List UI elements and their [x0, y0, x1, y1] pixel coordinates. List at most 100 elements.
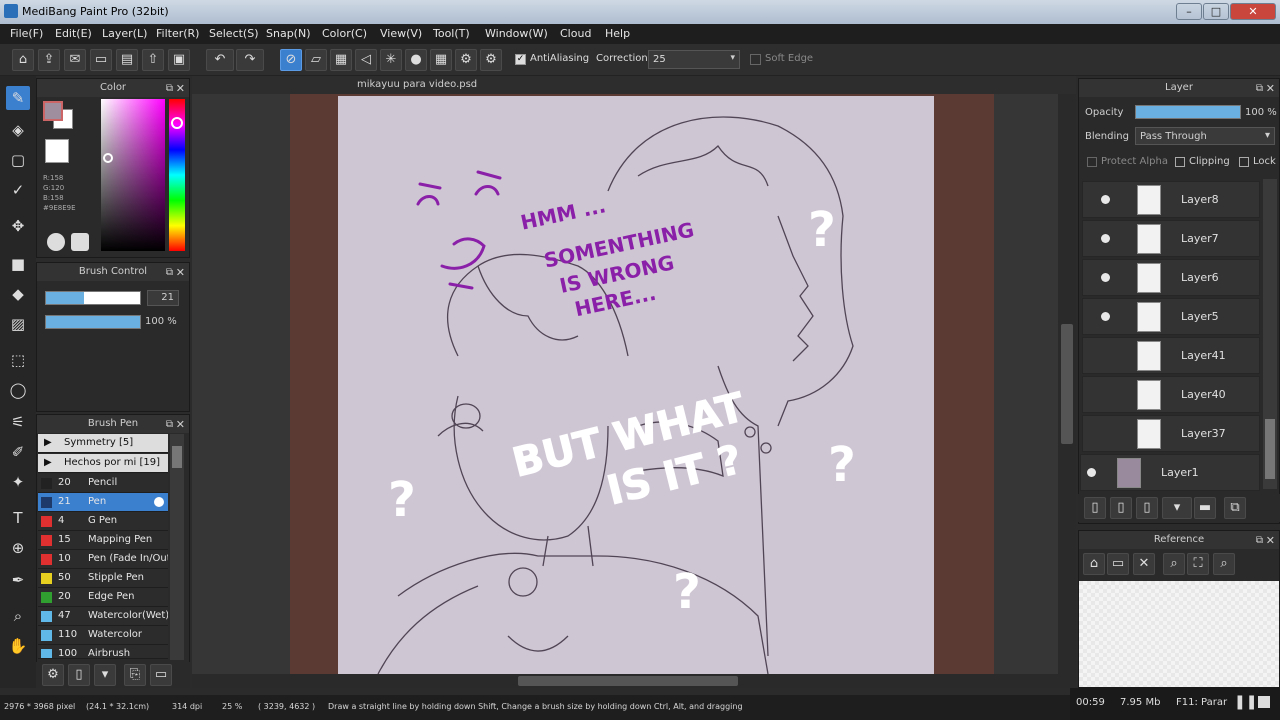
brush-item[interactable]: 10 Pen (Fade In/Out) — [38, 550, 168, 569]
brush-item[interactable]: 21 Pen — [38, 493, 168, 512]
brush-settings-icon[interactable]: ⚙ — [42, 664, 64, 686]
zoom-out-icon[interactable]: ⌕ — [1213, 553, 1235, 575]
canvas-image[interactable]: HMM ... SOMENTHING IS WRONG HERE... BUT … — [290, 94, 994, 675]
vertical-scrollbar[interactable] — [1058, 94, 1076, 674]
new-halftone-layer-icon[interactable]: ▯ — [1110, 497, 1132, 519]
gradient-tool-icon[interactable]: ▨ — [6, 312, 30, 336]
brush-item[interactable]: 110 Watercolor — [38, 626, 168, 645]
pause-icon[interactable]: ❚❚ — [1234, 694, 1257, 710]
eye-icon[interactable] — [1101, 273, 1110, 282]
menu-edit[interactable]: Edit(E) — [55, 27, 92, 40]
menu-cloud[interactable]: Cloud — [560, 27, 591, 40]
grid-snap-icon[interactable]: ▦ — [330, 49, 352, 71]
brush-size-value[interactable]: 21 — [147, 290, 179, 306]
layer-opacity-slider[interactable] — [1135, 105, 1241, 119]
brush-item[interactable]: 50 Stipple Pen — [38, 569, 168, 588]
operation-tool-icon[interactable]: ⊕ — [6, 536, 30, 560]
brush-item[interactable]: 20 Pencil — [38, 474, 168, 493]
undo-icon[interactable]: ↶ — [206, 49, 234, 71]
snap-gear-icon[interactable]: ⚙ — [480, 49, 502, 71]
menu-window[interactable]: Window(W) — [485, 27, 548, 40]
add-brush-icon[interactable]: ▯ — [68, 664, 90, 686]
fit-icon[interactable]: ⛶ — [1187, 553, 1209, 575]
share-icon[interactable]: ⇪ — [38, 49, 60, 71]
select-pen-tool-icon[interactable]: ✐ — [6, 440, 30, 464]
brush-size-slider[interactable] — [45, 291, 141, 305]
palette-icon[interactable] — [47, 233, 65, 251]
menu-color[interactable]: Color(C) — [322, 27, 367, 40]
new-8bit-layer-icon[interactable]: ▯ — [1136, 497, 1158, 519]
brush-item[interactable]: 15 Mapping Pen — [38, 531, 168, 550]
clipping-checkbox[interactable] — [1175, 157, 1185, 167]
duplicate-layer-icon[interactable]: ⧉ — [1224, 497, 1246, 519]
menu-snap[interactable]: Snap(N) — [266, 27, 311, 40]
layer-row[interactable]: Layer6 — [1082, 259, 1260, 296]
menu-select[interactable]: Select(S) — [209, 27, 259, 40]
close-icon[interactable]: ✕ — [176, 416, 185, 433]
menu-file[interactable]: File(F) — [10, 27, 43, 40]
home-icon[interactable]: ⌂ — [12, 49, 34, 71]
close-icon[interactable]: ✕ — [1266, 532, 1275, 549]
sv-cursor[interactable] — [103, 153, 113, 163]
scroll-thumb[interactable] — [172, 446, 182, 468]
eyedropper-tool-icon[interactable]: ✒ — [6, 568, 30, 592]
close-icon[interactable]: ✕ — [176, 80, 185, 97]
layer-row[interactable]: Layer40 — [1082, 376, 1260, 413]
protect-alpha-checkbox[interactable] — [1087, 157, 1097, 167]
brush-item[interactable]: 4G Pen — [38, 512, 168, 531]
no-snap-icon[interactable]: ⊘ — [280, 49, 302, 71]
brush-group[interactable]: ▶ Hechos por mi [19] — [38, 454, 168, 473]
lock-checkbox[interactable] — [1239, 157, 1249, 167]
redo-icon[interactable]: ↷ — [236, 49, 264, 71]
document-icon[interactable]: ▤ — [116, 49, 138, 71]
snap-settings-icon[interactable]: ⚙ — [455, 49, 477, 71]
move-tool-icon[interactable]: ✥ — [6, 214, 30, 238]
soft-edge-checkbox[interactable] — [750, 54, 761, 65]
brush-item[interactable]: 47 Watercolor(Wet) — [38, 607, 168, 626]
layer-row[interactable]: Layer8 — [1082, 181, 1260, 218]
zoom-in-icon[interactable]: ⌕ — [1163, 553, 1185, 575]
pin-icon[interactable]: ⧉ — [166, 416, 173, 433]
pin-icon[interactable]: ⧉ — [1256, 80, 1263, 97]
lasso-tool-icon[interactable]: ◯ — [6, 378, 30, 402]
correction-select[interactable]: 25 ▾ — [648, 50, 740, 69]
menu-filter[interactable]: Filter(R) — [156, 27, 199, 40]
document-tab[interactable]: mikayuu para video.psd — [192, 76, 1076, 94]
magic-wand-icon[interactable]: ⚟ — [6, 410, 30, 434]
primary-color-swatch[interactable] — [43, 101, 63, 121]
new-layer-icon[interactable]: ▯ — [1084, 497, 1106, 519]
brush-folder-icon[interactable]: ▭ — [150, 664, 172, 686]
eye-icon[interactable] — [1101, 195, 1110, 204]
hue-cursor[interactable] — [171, 117, 183, 129]
menu-layer[interactable]: Layer(L) — [102, 27, 147, 40]
stop-hotkey[interactable]: F11: Parar — [1176, 697, 1227, 708]
pin-icon[interactable]: ⧉ — [166, 264, 173, 281]
menu-view[interactable]: View(V) — [380, 27, 422, 40]
layer-row[interactable]: Layer41 — [1082, 337, 1260, 374]
eye-icon[interactable] — [1101, 234, 1110, 243]
scroll-thumb[interactable] — [1061, 324, 1073, 444]
bucket-tool-icon[interactable]: ◆ — [6, 282, 30, 306]
select-tool-icon[interactable]: ⬚ — [6, 348, 30, 372]
layer-row[interactable]: Layer7 — [1082, 220, 1260, 257]
blending-select[interactable]: Pass Through ▾ — [1135, 127, 1275, 145]
layer-menu-icon[interactable]: ▾ — [1162, 497, 1192, 519]
saturation-value-picker[interactable] — [101, 99, 165, 251]
pin-icon[interactable]: ⧉ — [1256, 532, 1263, 549]
menu-help[interactable]: Help — [605, 27, 630, 40]
brush-menu-icon[interactable]: ▾ — [94, 664, 116, 686]
minimize-button[interactable]: – — [1176, 3, 1202, 20]
comment-icon[interactable]: ✉ — [64, 49, 86, 71]
shape-tool-icon[interactable]: ■ — [6, 252, 30, 276]
hue-slider[interactable] — [169, 99, 185, 251]
brush-list-scrollbar[interactable] — [170, 434, 184, 660]
horizontal-scrollbar[interactable] — [192, 674, 1076, 688]
layer-row[interactable]: Layer1 — [1080, 454, 1260, 491]
antialiasing-checkbox[interactable]: ✓ — [515, 54, 526, 65]
parallel-snap-icon[interactable]: ▱ — [305, 49, 327, 71]
close-button[interactable]: ✕ — [1230, 3, 1276, 20]
eye-icon[interactable] — [1101, 312, 1110, 321]
brush-tool-icon[interactable]: ✎ — [6, 86, 30, 110]
menu-tool[interactable]: Tool(T) — [433, 27, 470, 40]
stop-icon[interactable] — [1258, 696, 1270, 708]
